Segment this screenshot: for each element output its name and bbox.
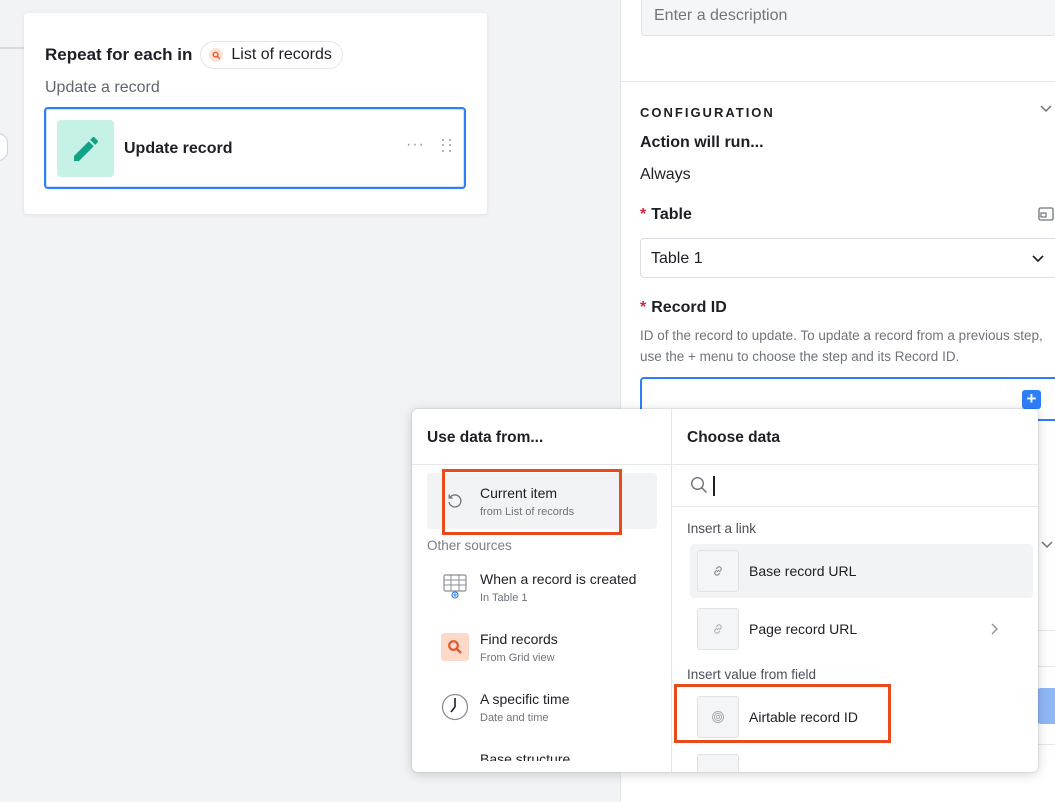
- refresh-icon: [441, 487, 469, 515]
- required-mark: *: [640, 206, 647, 223]
- data-picker-popover: Use data from... Current item from List …: [412, 409, 1038, 772]
- record-id-field-label: * Record ID: [640, 299, 727, 317]
- description-input[interactable]: [641, 0, 1055, 36]
- search-icon: [690, 476, 708, 499]
- data-source-column: Use data from... Current item from List …: [412, 409, 672, 772]
- source-when-record-created[interactable]: When a record is created In Table 1: [427, 559, 657, 615]
- insert-data-plus-button[interactable]: +: [1022, 390, 1041, 409]
- data-item-label: Airtable record ID: [749, 709, 858, 725]
- source-subtitle: Date and time: [480, 712, 549, 724]
- table-field-label: * Table: [640, 206, 692, 224]
- find-records-icon: [441, 633, 469, 661]
- table-label-text: Table: [651, 206, 692, 223]
- source-title: Find records: [480, 631, 558, 647]
- source-subtitle: From Grid view: [480, 652, 555, 664]
- configuration-heading: CONFIGURATION: [640, 105, 775, 120]
- source-find-records[interactable]: Find records From Grid view: [427, 619, 657, 675]
- data-item-label: Base record URL: [749, 563, 857, 579]
- chevron-down-icon: [1031, 251, 1045, 270]
- open-table-icon[interactable]: [1038, 207, 1054, 226]
- find-records-icon: [209, 48, 224, 62]
- repeat-title-text: Repeat for each in: [45, 45, 193, 64]
- text-caret: [713, 476, 715, 496]
- data-item-airtable-record-id[interactable]: Airtable record ID: [690, 690, 1033, 744]
- source-subtitle: In Table 1: [480, 592, 528, 604]
- source-title: Base structure: [480, 751, 571, 761]
- insert-link-label: Insert a link: [687, 521, 757, 536]
- field-icon: [697, 754, 739, 772]
- table-created-icon: [441, 573, 469, 601]
- more-options-icon[interactable]: ···: [406, 136, 425, 154]
- insert-field-label: Insert value from field: [687, 667, 817, 682]
- divider: [621, 81, 1055, 82]
- action-card-name: Update record: [124, 140, 233, 157]
- other-sources-label: Other sources: [427, 538, 512, 553]
- source-title: When a record is created: [480, 571, 637, 587]
- canvas-node-edge[interactable]: [0, 133, 8, 161]
- source-title: Current item: [480, 485, 558, 501]
- record-id-help-text: ID of the record to update. To update a …: [640, 328, 1043, 364]
- source-specific-time[interactable]: A specific time Date and time: [427, 679, 657, 735]
- source-base-structure[interactable]: Base structure: [427, 739, 657, 761]
- repeat-title: Repeat for each in List of records: [45, 41, 343, 69]
- update-record-action-card[interactable]: Update record ···: [44, 107, 466, 189]
- data-item-base-record-url[interactable]: Base record URL: [690, 544, 1033, 598]
- connector-line: [0, 47, 25, 49]
- source-title: A specific time: [480, 691, 570, 707]
- required-mark: *: [640, 299, 647, 316]
- repeat-group-card[interactable]: Repeat for each in List of records Updat…: [24, 13, 487, 214]
- data-item-label: Page record URL: [749, 621, 858, 637]
- list-pill-label: List of records: [231, 46, 332, 63]
- drag-handle-icon[interactable]: [442, 139, 452, 153]
- data-item-next[interactable]: [690, 748, 1033, 772]
- choose-data-header: Choose data: [673, 409, 1038, 465]
- action-runs-label: Action will run...: [640, 134, 764, 151]
- fingerprint-icon: [697, 696, 739, 738]
- use-data-from-header: Use data from...: [412, 409, 671, 465]
- chevron-down-icon[interactable]: [1040, 537, 1054, 556]
- chevron-down-icon[interactable]: [1039, 101, 1053, 120]
- table-select-value: Table 1: [651, 250, 703, 267]
- link-icon: [697, 550, 739, 592]
- record-id-label-text: Record ID: [651, 299, 727, 316]
- test-action-button[interactable]: [1036, 688, 1055, 724]
- action-runs-value[interactable]: Always: [640, 166, 691, 184]
- source-subtitle: from List of records: [480, 506, 575, 518]
- clock-icon: [441, 693, 469, 721]
- list-of-records-pill[interactable]: List of records: [200, 41, 343, 69]
- link-icon: [697, 608, 739, 650]
- table-select[interactable]: Table 1: [640, 238, 1055, 278]
- choose-data-column: Choose data Insert a link Base record UR…: [673, 409, 1038, 772]
- chevron-right-icon: [988, 622, 1000, 641]
- data-item-page-record-url[interactable]: Page record URL: [690, 602, 1033, 656]
- data-search-input[interactable]: [673, 465, 1038, 507]
- update-section-label: Update a record: [45, 79, 160, 96]
- source-current-item[interactable]: Current item from List of records: [427, 473, 657, 529]
- pencil-icon: [57, 120, 114, 177]
